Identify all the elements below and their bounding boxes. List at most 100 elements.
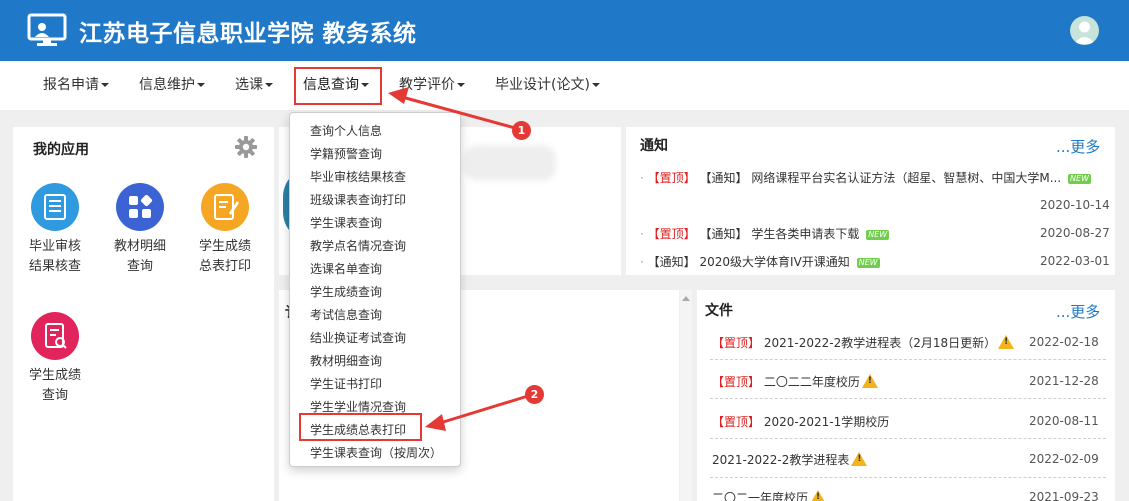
menu-item[interactable]: 结业换证考试查询 [310,329,406,346]
menu-item[interactable]: 班级课表查询打印 [310,191,406,208]
row-divider [710,398,1106,399]
notice-item[interactable]: · 【置顶】 【通知】 网络课程平台实名认证方法（超星、智慧树、中国大学M...… [640,169,1091,186]
edit-doc-icon [201,183,249,231]
nav-label: 信息维护 [139,77,195,93]
nav-label: 信息查询 [303,77,359,93]
gear-icon[interactable] [235,136,257,158]
nav-item-teaching-eval[interactable]: 教学评价 [399,61,465,110]
menu-item[interactable]: 查询个人信息 [310,122,382,139]
file-date: 2021-09-23 [1029,490,1099,501]
pin-tag: 【置顶】 [712,375,761,389]
panel-title: 我的应用 [33,142,89,158]
files-more-link[interactable]: ...更多 [1056,301,1100,322]
caret-down-icon [591,83,600,87]
nav-item-signup[interactable]: 报名申请 [43,61,109,110]
menu-item[interactable]: 学生证书打印 [310,375,382,392]
warning-icon [810,490,827,501]
app-tile-grad-audit[interactable]: 毕业审核 结果核查 [20,183,90,277]
nav-label: 选课 [235,77,263,93]
app-label-line: 查询 [41,388,68,403]
nav-item-course-select[interactable]: 选课 [235,61,273,110]
menu-item[interactable]: 学生学业情况查询 [310,398,406,415]
file-date: 2022-02-09 [1029,452,1099,466]
notices-title: 通知 [640,138,668,154]
row-divider [710,359,1106,360]
notice-date: 2022-03-01 [1040,254,1110,268]
kind-tag: 【通知】 [699,227,748,241]
new-badge: NEW [856,257,880,268]
scrollbar[interactable] [680,290,692,501]
row-divider [710,438,1106,439]
info-query-dropdown: 查询个人信息 学籍预警查询 毕业审核结果核查 班级课表查询打印 学生课表查询 教… [289,112,461,467]
app-label-line: 结果核查 [28,259,81,274]
menu-item[interactable]: 考试信息查询 [310,306,382,323]
nav-item-info-maintain[interactable]: 信息维护 [139,61,205,110]
notice-item[interactable]: · 【通知】 2020级大学体育IV开课通知 NEW [640,253,880,270]
nav-item-info-query[interactable]: 信息查询 [303,61,369,110]
step-marker-1: 1 [512,121,531,140]
file-title: 2020-2021-1学期校历 [763,415,890,429]
menu-item[interactable]: 选课名单查询 [310,260,382,277]
file-item[interactable]: 二〇二一年度校历 [712,489,827,501]
menu-item[interactable]: 学籍预警查询 [310,145,382,162]
menu-item[interactable]: 学生成绩查询 [310,283,382,300]
files-panel [697,290,1115,501]
menu-item-score-print[interactable]: 学生成绩总表打印 [310,421,406,438]
caret-down-icon [101,83,109,87]
warning-icon [861,374,878,388]
nav-item-graduation-design[interactable]: 毕业设计(论文) [495,61,600,110]
nav-label: 报名申请 [43,77,99,93]
app-tile-textbook[interactable]: 教材明细 查询 [105,183,175,277]
user-avatar-icon[interactable] [1070,16,1099,45]
file-item[interactable]: 【置顶】 2020-2021-1学期校历 [712,413,889,430]
file-item[interactable]: 2021-2022-2教学进程表 [712,451,868,468]
pin-tag: 【置顶】 [712,336,761,350]
blurred-name [464,145,556,181]
app-label-line: 查询 [126,259,153,274]
file-item[interactable]: 【置顶】 2021-2022-2教学进程表（2月18日更新） [712,334,1015,351]
app-label-line: 总表打印 [198,259,251,274]
menu-item[interactable]: 毕业审核结果核查 [310,168,406,185]
file-date: 2022-02-18 [1029,335,1099,349]
menu-item[interactable]: 教材明细查询 [310,352,382,369]
notice-date: 2020-10-14 [1040,198,1110,212]
warning-icon [998,335,1015,349]
file-title: 2021-2022-2教学进程表 [712,453,850,467]
file-item[interactable]: 【置顶】 二〇二二年度校历 [712,373,878,390]
notices-more-link[interactable]: ...更多 [1056,136,1100,157]
notice-item[interactable]: · 【置顶】 【通知】 学生各类申请表下载 NEW [640,225,890,242]
menu-item[interactable]: 教学点名情况查询 [310,237,406,254]
caret-down-icon [361,83,369,87]
top-header: 江苏电子信息职业学院 教务系统 [0,0,1129,61]
app-tile-score-print[interactable]: 学生成绩 总表打印 [190,183,260,277]
menu-item[interactable]: 学生课表查询 [310,214,382,231]
app-label-line: 教材明细 [113,239,166,254]
search-doc-icon [31,312,79,360]
notice-title: 网络课程平台实名认证方法（超星、智慧树、中国大学M... [751,171,1062,185]
app-tile-score-query[interactable]: 学生成绩 查询 [20,312,90,406]
app-label-line: 毕业审核 [28,239,81,254]
menu-item[interactable]: 学生课表查询（按周次） [310,444,442,461]
caret-down-icon [197,83,205,87]
nav-label: 毕业设计(论文) [495,77,590,93]
file-title: 2021-2022-2教学进程表（2月18日更新） [763,336,997,350]
main-nav: 报名申请 信息维护 选课 信息查询 教学评价 毕业设计(论文) [0,61,1129,110]
app-title: 江苏电子信息职业学院 教务系统 [79,21,417,47]
app-label-line: 学生成绩 [28,368,81,383]
file-title: 二〇二二年度校历 [763,375,860,389]
file-title: 二〇二一年度校历 [712,491,809,501]
warning-icon [851,452,868,466]
list-doc-icon [31,183,79,231]
notice-title: 学生各类申请表下载 [751,227,860,241]
grid-apps-icon [116,183,164,231]
scroll-up-icon[interactable] [682,296,690,301]
nav-label: 教学评价 [399,77,455,93]
caret-down-icon [457,83,465,87]
file-date: 2021-12-28 [1029,374,1099,388]
row-divider [710,477,1106,478]
kind-tag: 【通知】 [699,171,748,185]
pin-tag: 【置顶】 [712,415,761,429]
files-title: 文件 [705,303,733,319]
new-badge: NEW [1067,173,1091,184]
new-badge: NEW [866,229,890,240]
